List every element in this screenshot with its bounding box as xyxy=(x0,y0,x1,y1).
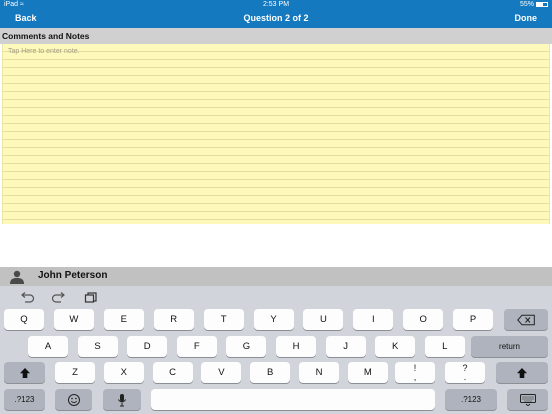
numbers-key-left[interactable]: .?123 xyxy=(4,389,45,410)
battery-percent: 55% xyxy=(519,1,534,8)
backspace-icon xyxy=(517,314,535,325)
space-bar[interactable] xyxy=(151,389,435,410)
key-question-period[interactable]: ?. xyxy=(445,362,485,383)
key-n[interactable]: N xyxy=(299,362,339,383)
keyboard-hide-icon xyxy=(519,393,536,406)
key-i[interactable]: I xyxy=(353,309,394,330)
battery-indicator: 55% xyxy=(520,0,548,9)
page-title: Question 2 of 2 xyxy=(243,13,309,23)
undo-icon[interactable] xyxy=(19,292,35,303)
key-e[interactable]: E xyxy=(103,309,144,330)
battery-icon xyxy=(536,2,548,7)
key-l[interactable]: L xyxy=(424,336,465,357)
key-v[interactable]: V xyxy=(201,362,242,383)
key-x[interactable]: X xyxy=(103,362,144,383)
notes-placeholder: Tap Here to enter note. xyxy=(8,48,80,55)
key-q[interactable]: Q xyxy=(4,309,44,330)
navigation-bar: Back Question 2 of 2 Done xyxy=(0,9,552,28)
key-h[interactable]: H xyxy=(276,336,316,357)
on-screen-keyboard: QWERTYUIOP ASDFGHJKL return ZXCVBNM !, ?… xyxy=(0,286,552,414)
emoji-icon xyxy=(67,393,80,406)
notes-textarea[interactable]: Tap Here to enter note. xyxy=(2,44,550,224)
app-window: iPad ≈ 2:53 PM 55% Back Question 2 of 2 … xyxy=(0,0,552,414)
hide-keyboard-key[interactable] xyxy=(507,389,548,410)
backspace-key[interactable] xyxy=(504,309,548,330)
microphone-icon xyxy=(117,393,127,406)
key-t[interactable]: T xyxy=(203,309,244,330)
key-p[interactable]: P xyxy=(453,309,494,330)
key-r[interactable]: R xyxy=(153,309,194,330)
key-d[interactable]: D xyxy=(127,336,168,357)
section-header: Comments and Notes xyxy=(0,28,552,44)
key-j[interactable]: J xyxy=(325,336,366,357)
key-o[interactable]: O xyxy=(403,309,444,330)
key-k[interactable]: K xyxy=(375,336,416,357)
key-c[interactable]: C xyxy=(152,362,193,383)
numbers-key-right[interactable]: .?123 xyxy=(445,389,497,410)
clock: 2:53 PM xyxy=(262,1,290,8)
dictation-key[interactable] xyxy=(103,389,141,410)
shift-icon xyxy=(19,367,30,378)
paste-icon[interactable] xyxy=(84,292,100,303)
emoji-key[interactable] xyxy=(55,389,92,410)
key-z[interactable]: Z xyxy=(55,362,95,383)
key-u[interactable]: U xyxy=(303,309,344,330)
shift-icon xyxy=(517,367,527,378)
keyboard-toolbar xyxy=(0,286,552,308)
shift-key-right[interactable] xyxy=(496,362,548,383)
key-w[interactable]: W xyxy=(53,309,94,330)
key-a[interactable]: A xyxy=(28,336,68,357)
key-g[interactable]: G xyxy=(226,336,267,357)
return-key[interactable]: return xyxy=(471,336,548,357)
user-bar: John Peterson xyxy=(0,267,552,286)
redo-icon[interactable] xyxy=(51,292,67,303)
key-exclamation-comma[interactable]: !, xyxy=(395,362,435,383)
key-s[interactable]: S xyxy=(77,336,118,357)
key-b[interactable]: B xyxy=(250,362,291,383)
key-y[interactable]: Y xyxy=(253,309,294,330)
person-icon xyxy=(10,270,24,284)
user-name: John Peterson xyxy=(38,270,108,281)
status-bar: iPad ≈ 2:53 PM 55% xyxy=(0,0,552,9)
key-f[interactable]: F xyxy=(176,336,217,357)
done-button[interactable]: Done xyxy=(515,9,538,28)
key-m[interactable]: M xyxy=(347,362,388,383)
shift-key-left[interactable] xyxy=(4,362,45,383)
